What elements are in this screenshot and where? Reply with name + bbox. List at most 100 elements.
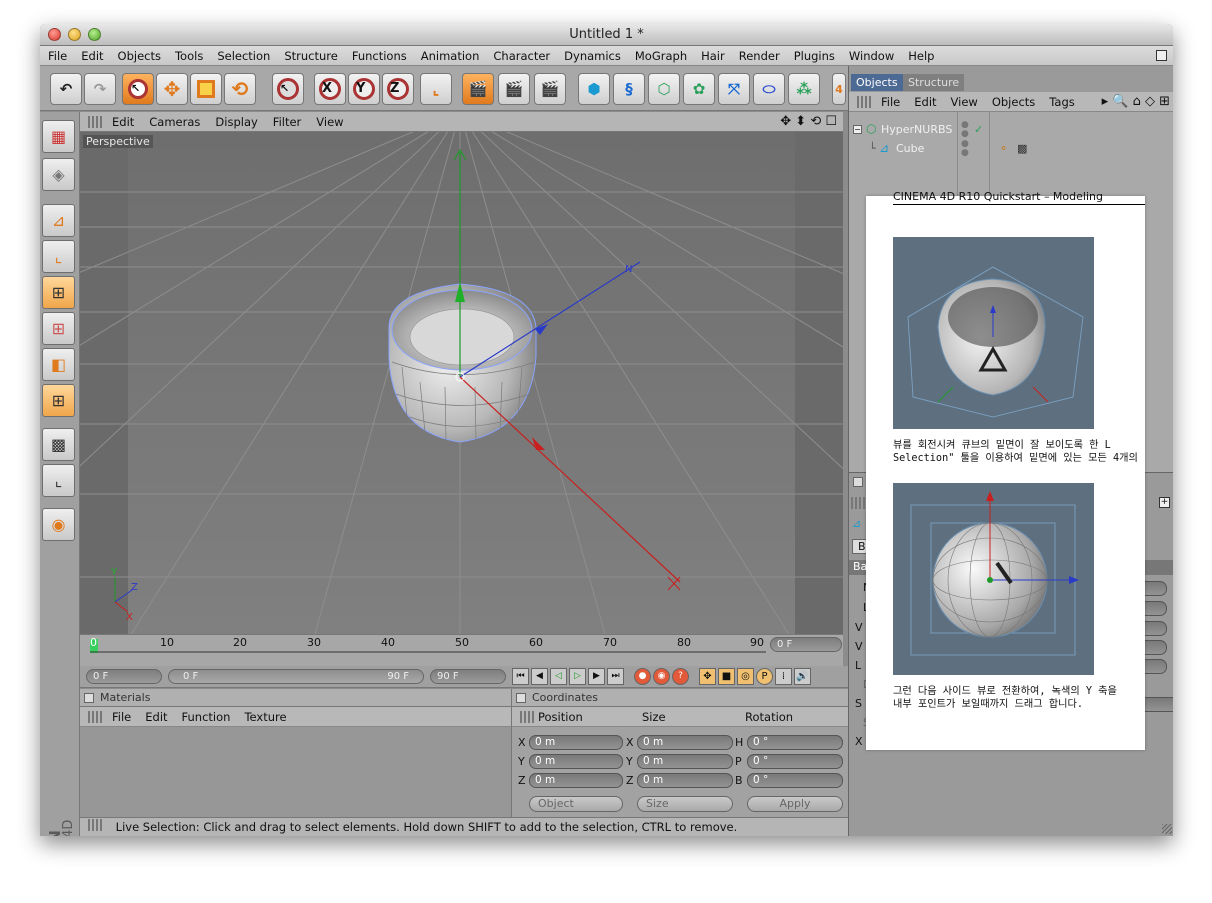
sculpt-icon[interactable]: ◉ (42, 508, 75, 541)
object-tool-icon[interactable]: ⊿ (42, 204, 75, 237)
render-settings-icon[interactable]: 🎬 (534, 73, 566, 105)
perspective-viewport[interactable]: N Y Z X Perspective (80, 132, 843, 634)
autokey-icon[interactable]: ◉ (653, 668, 670, 685)
menu-structure[interactable]: Structure (284, 49, 338, 63)
menu-plugins[interactable]: Plugins (794, 49, 835, 63)
edge-tool-icon[interactable]: ⊞ (42, 312, 75, 345)
redo-icon[interactable]: ↷ (84, 73, 116, 105)
rotation-h-field[interactable]: 0 ° (747, 735, 843, 750)
materials-menu-edit[interactable]: Edit (145, 710, 167, 724)
range-slider[interactable]: 0 F 90 F (168, 669, 424, 684)
key-position-icon[interactable]: ✥ (699, 668, 716, 685)
motion-path-icon[interactable]: 🔊 (794, 668, 811, 685)
array-icon[interactable]: ✿ (683, 73, 715, 105)
objects-menu-view[interactable]: View (951, 95, 978, 109)
apply-button[interactable]: Apply (747, 796, 843, 812)
timeline[interactable]: 0 10 20 30 40 50 60 70 80 90 0 F (80, 634, 843, 666)
viewport-menu-filter[interactable]: Filter (273, 115, 301, 129)
move-icon[interactable]: ✥ (156, 73, 188, 105)
y-axis-icon[interactable]: Y (348, 73, 380, 105)
objects-menu-edit[interactable]: Edit (914, 95, 936, 109)
menu-dynamics[interactable]: Dynamics (564, 49, 621, 63)
lights-icon[interactable]: ⁂ (788, 73, 820, 105)
z-axis-icon[interactable]: Z (382, 73, 414, 105)
more-tools-icon[interactable]: 4 (832, 73, 846, 105)
enabled-check-icon[interactable]: ✓ (974, 120, 983, 139)
grip-handle[interactable] (88, 115, 102, 128)
materials-menu-texture[interactable]: Texture (244, 710, 286, 724)
menu-mograph[interactable]: MoGraph (635, 49, 687, 63)
texture-tag-icon[interactable]: ▩ (1017, 139, 1027, 158)
spline-icon[interactable]: § (613, 73, 645, 105)
viewport-nav-icons[interactable]: ✥ ⬍ ⟲ ☐ (780, 114, 837, 129)
grip-handle[interactable] (88, 710, 102, 723)
menu-functions[interactable]: Functions (352, 49, 407, 63)
objects-toolbar-icons[interactable]: ▸ 🔍 ⌂ ◇ ⊞ (1102, 94, 1170, 109)
menu-character[interactable]: Character (493, 49, 550, 63)
key-parameter-icon[interactable]: P (756, 668, 773, 685)
play-backwards-icon[interactable]: ◁ (550, 668, 567, 685)
grip-handle[interactable] (520, 710, 534, 723)
menu-hair[interactable]: Hair (701, 49, 725, 63)
materials-menu-file[interactable]: File (112, 710, 131, 724)
tab-structure[interactable]: Structure (903, 74, 965, 91)
coordinate-mode-select[interactable]: Object (529, 796, 623, 812)
menu-selection[interactable]: Selection (217, 49, 270, 63)
previous-frame-icon[interactable]: ◀ (531, 668, 548, 685)
materials-area[interactable] (80, 727, 512, 817)
title-bar[interactable]: Untitled 1 * (40, 24, 1173, 46)
record-icon[interactable]: ● (634, 668, 651, 685)
menu-tools[interactable]: Tools (175, 49, 203, 63)
selection-icon[interactable]: ↖ (272, 73, 304, 105)
polygon-tool-icon[interactable]: ◧ (42, 348, 75, 381)
menu-render[interactable]: Render (739, 49, 780, 63)
visibility-dots-icon[interactable]: ● ● (961, 121, 969, 139)
menu-animation[interactable]: Animation (421, 49, 480, 63)
menu-help[interactable]: Help (908, 49, 934, 63)
undo-icon[interactable]: ↶ (50, 73, 82, 105)
layout-icon[interactable] (1156, 50, 1167, 61)
go-to-end-icon[interactable]: ⏭ (607, 668, 624, 685)
menu-objects[interactable]: Objects (118, 49, 161, 63)
size-mode-select[interactable]: Size (637, 796, 733, 812)
attributes-grip[interactable] (851, 497, 865, 509)
key-rotation-icon[interactable]: ◎ (737, 668, 754, 685)
go-to-start-icon[interactable]: ⏮ (512, 668, 529, 685)
size-x-field[interactable]: 0 m (637, 735, 733, 750)
keyframe-icon[interactable]: ⌞ (42, 464, 75, 497)
axis-tool-icon[interactable]: ⌞ (42, 240, 75, 273)
point-tool-icon[interactable]: ⊞ (42, 276, 75, 309)
objects-menu-objects[interactable]: Objects (992, 95, 1035, 109)
object-name[interactable]: Cube (896, 139, 924, 158)
texture-tool-icon[interactable]: ◈ (42, 158, 75, 191)
rotate-icon[interactable]: ⟲ (224, 73, 256, 105)
rotation-p-field[interactable]: 0 ° (747, 754, 843, 769)
rotation-b-field[interactable]: 0 ° (747, 773, 843, 788)
cube-primitive-icon[interactable]: ⬢ (578, 73, 610, 105)
panel-checkbox-icon[interactable] (516, 693, 526, 703)
size-z-field[interactable]: 0 m (637, 773, 733, 788)
render-picture-viewer-icon[interactable]: 🎬 (498, 73, 530, 105)
key-scale-icon[interactable]: ■ (718, 668, 735, 685)
polygon-mode-icon[interactable]: ⊞ (42, 384, 75, 417)
key-pla-icon[interactable]: ⁞ (775, 668, 792, 685)
objects-menu-file[interactable]: File (881, 95, 900, 109)
render-view-icon[interactable]: 🎬 (462, 73, 494, 105)
zoom-window-button[interactable] (88, 28, 101, 41)
objects-menu-tags[interactable]: Tags (1049, 95, 1074, 109)
grip-handle[interactable] (857, 95, 871, 108)
panel-checkbox-icon[interactable] (84, 693, 94, 703)
hypernurbs-cube-mesh[interactable] (388, 283, 537, 443)
viewport-menu-edit[interactable]: Edit (112, 115, 134, 129)
deformer-icon[interactable]: ⤧ (718, 73, 750, 105)
menu-file[interactable]: File (48, 49, 67, 63)
nurbs-icon[interactable]: ⬡ (648, 73, 680, 105)
expand-icon[interactable]: − (853, 125, 862, 134)
coordinate-system-icon[interactable]: ⌞ (420, 73, 452, 105)
object-name[interactable]: HyperNURBS (881, 120, 952, 139)
x-axis-icon[interactable]: X (314, 73, 346, 105)
keyframe-selection-icon[interactable]: ? (672, 668, 689, 685)
add-icon[interactable]: + (1159, 497, 1170, 508)
resize-grip-icon[interactable] (1162, 824, 1172, 834)
visibility-dots-icon[interactable]: ● ● (961, 140, 969, 158)
